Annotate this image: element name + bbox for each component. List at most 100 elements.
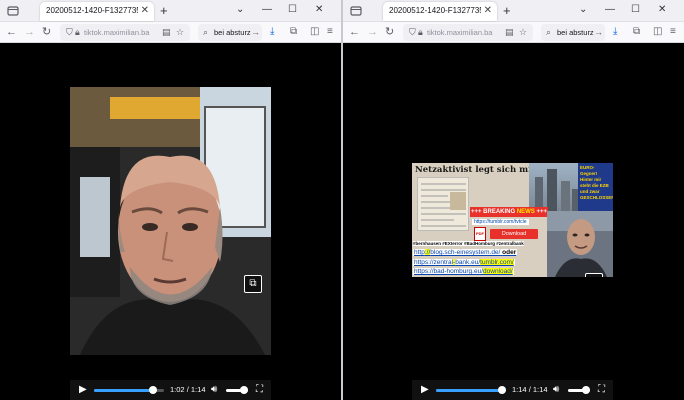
puzzle-icon[interactable]: ⧉ <box>633 25 640 39</box>
download-icon[interactable]: ⤓ <box>270 25 274 39</box>
tab-active[interactable]: 20200512-1420-F1327735925881626 ✕ <box>40 2 154 21</box>
reload-icon[interactable]: ↻ <box>385 25 394 39</box>
search-input[interactable]: bei absturz <box>214 28 251 37</box>
time-display: 1:14 / 1:14 <box>512 385 548 394</box>
navigation-toolbar: ← → ↻ ⛉ 🔒︎ tiktok.maximilian.ba ▤ ☆ ⌕ be… <box>343 22 684 43</box>
time-display: 1:02 / 1:14 <box>170 385 206 394</box>
link1-part: http <box>414 249 425 256</box>
picture-in-picture-icon[interactable]: ⧉ <box>585 273 603 277</box>
extension-icon[interactable]: ◫ <box>310 25 319 39</box>
fullscreen-icon[interactable]: ⛶ <box>256 384 263 396</box>
tab-title: 20200512-1420-F1327735925881626 <box>389 6 481 15</box>
download-icon[interactable]: ⤓ <box>613 25 617 39</box>
hamburger-menu-icon[interactable]: ≡ <box>327 25 333 39</box>
link2-part: https://zentral <box>414 259 454 266</box>
breaking-label: BREAKING <box>483 209 516 215</box>
close-icon[interactable]: ✕ <box>141 5 149 17</box>
url-bar[interactable]: ⛉ 🔒︎ tiktok.maximilian.ba ▤ ☆ <box>403 24 533 41</box>
duration: 1:14 <box>532 385 548 394</box>
speaker-icon[interactable]: 🔊︎ <box>211 384 217 396</box>
play-icon[interactable]: ▶ <box>421 384 429 396</box>
back-arrow-icon[interactable]: ← <box>349 25 360 39</box>
tab-strip: 20200512-1420-F1327735925881626 ✕ + ⌄ — … <box>343 0 684 22</box>
minimize-icon[interactable]: — <box>605 2 615 18</box>
forward-arrow-icon[interactable]: → <box>367 25 378 39</box>
time-separator: / <box>186 385 189 394</box>
search-icon: ⌕ <box>546 27 552 37</box>
volume-slider[interactable] <box>226 386 248 394</box>
pdf-icon: PDF <box>474 227 486 241</box>
minimize-icon[interactable]: — <box>262 2 272 18</box>
tab-active[interactable]: 20200512-1420-F1327735925881626 ✕ <box>383 2 497 21</box>
chevron-down-icon[interactable]: ⌄ <box>236 2 244 18</box>
tab-list-icon[interactable] <box>6 4 20 18</box>
reload-icon[interactable]: ↻ <box>42 25 51 39</box>
newspaper-clipping <box>417 177 469 231</box>
url-bar[interactable]: ⛉ 🔒︎ tiktok.maximilian.ba ▤ ☆ <box>60 24 190 41</box>
reader-view-icon[interactable]: ▤ <box>162 27 171 38</box>
link1-part: blog.sch-einesystem.de/ <box>430 249 501 256</box>
video-controls: ▶ 1:14 / 1:14 🔊︎ ⛶ <box>412 380 613 400</box>
video-controls: ▶ 1:02 / 1:14 🔊︎ ⛶ <box>70 380 271 400</box>
lock-icon[interactable]: 🔒︎ <box>75 27 80 38</box>
window-close-icon[interactable]: ✕ <box>315 2 323 18</box>
search-bar[interactable]: ⌕ bei absturz → <box>541 24 605 41</box>
url-text[interactable]: tiktok.maximilian.ba <box>427 28 503 37</box>
tab-strip: 20200512-1420-F1327735925881626 ✕ + ⌄ — … <box>0 0 341 22</box>
video-player[interactable]: ⧉ <box>70 87 271 355</box>
zentralbank-link: https://zentral-bank.eu/tumblr.com/ <box>413 259 515 266</box>
arrow-right-icon[interactable]: → <box>251 27 260 38</box>
shield-icon[interactable]: ⛉ <box>66 27 73 38</box>
search-input[interactable]: bei absturz <box>557 28 594 37</box>
link3-part: https://bad-homburg.eu/ <box>414 268 484 275</box>
chevron-down-icon[interactable]: ⌄ <box>579 2 587 18</box>
tab-list-icon[interactable] <box>349 4 363 18</box>
news-label: NEWS <box>515 209 537 215</box>
bookmark-star-icon[interactable]: ☆ <box>519 27 527 38</box>
person-portrait <box>547 211 613 277</box>
speaker-icon[interactable]: 🔊︎ <box>553 384 559 396</box>
back-arrow-icon[interactable]: ← <box>6 25 17 39</box>
breaking-prefix: +++ <box>470 209 484 215</box>
fullscreen-icon[interactable]: ⛶ <box>598 384 605 396</box>
link1-tail: oder <box>502 249 517 256</box>
url-text[interactable]: tiktok.maximilian.ba <box>84 28 160 37</box>
blog-link: http://blog.sch-einesystem.de/ oder <box>413 249 518 256</box>
reader-view-icon[interactable]: ▤ <box>505 27 514 38</box>
video-player[interactable]: Netzaktivist legt sich mit EZB an EURO-G… <box>412 163 613 277</box>
tab-title: 20200512-1420-F1327735925881626 <box>46 6 138 15</box>
plus-icon[interactable]: + <box>503 3 511 18</box>
maximize-icon[interactable]: ☐ <box>631 2 640 18</box>
thumbnail-small-link: https://tumblr.com/tvtcle <box>472 219 529 225</box>
navigation-toolbar: ← → ↻ ⛉ 🔒︎ tiktok.maximilian.ba ▤ ☆ ⌕ be… <box>0 22 341 43</box>
play-icon[interactable]: ▶ <box>79 384 87 396</box>
picture-in-picture-icon[interactable]: ⧉ <box>244 275 262 293</box>
seek-slider[interactable] <box>94 386 164 394</box>
bad-homburg-link: https://bad-homburg.eu/download/ <box>413 268 514 275</box>
city-skyline-image <box>529 163 580 211</box>
link3-highlight: download/ <box>483 268 513 275</box>
bookmark-star-icon[interactable]: ☆ <box>176 27 184 38</box>
seek-handle[interactable] <box>148 386 157 394</box>
forward-arrow-icon[interactable]: → <box>24 25 35 39</box>
close-icon[interactable]: ✕ <box>484 5 492 17</box>
volume-handle[interactable] <box>582 386 590 394</box>
arrow-right-icon[interactable]: → <box>594 27 603 38</box>
search-bar[interactable]: ⌕ bei absturz → <box>198 24 262 41</box>
plus-icon[interactable]: + <box>160 3 168 18</box>
shield-icon[interactable]: ⛉ <box>409 27 416 38</box>
window-close-icon[interactable]: ✕ <box>658 2 666 18</box>
hamburger-menu-icon[interactable]: ≡ <box>670 25 676 39</box>
seek-slider[interactable] <box>436 386 506 394</box>
seek-handle[interactable] <box>498 386 506 394</box>
puzzle-icon[interactable]: ⧉ <box>290 25 297 39</box>
maximize-icon[interactable]: ☐ <box>288 2 297 18</box>
link2-part: bank.eu/ <box>455 259 481 266</box>
volume-slider[interactable] <box>568 386 590 394</box>
extension-icon[interactable]: ◫ <box>653 25 662 39</box>
download-badge: Download <box>490 229 538 239</box>
lock-icon[interactable]: 🔒︎ <box>418 27 423 38</box>
volume-handle[interactable] <box>240 386 248 394</box>
duration: 1:14 <box>190 385 206 394</box>
browser-window-right: 20200512-1420-F1327735925881626 ✕ + ⌄ — … <box>343 0 684 400</box>
